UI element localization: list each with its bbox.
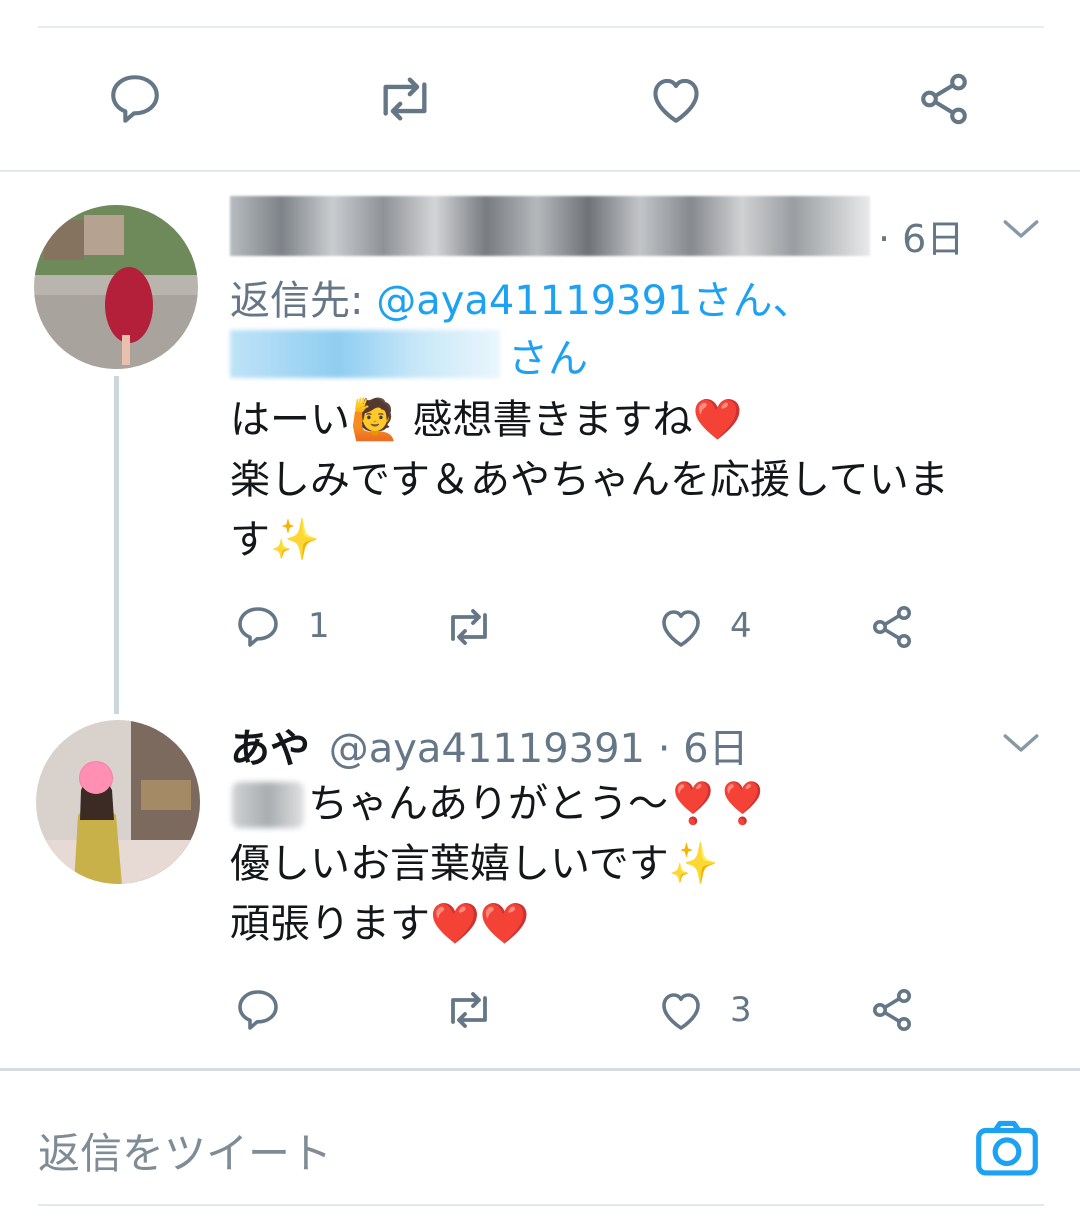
chevron-down-icon[interactable]: [1000, 728, 1042, 758]
blurred-display-name: [230, 196, 870, 256]
like-icon[interactable]: [656, 603, 706, 651]
section-divider: [0, 170, 1080, 172]
retweet-icon[interactable]: [372, 70, 438, 128]
tweet-text-line: 優しいお言葉嬉しいです✨: [230, 841, 719, 887]
reply-composer-input[interactable]: 返信をツイート: [38, 1120, 332, 1181]
retweet-icon[interactable]: [442, 603, 496, 651]
blurred-name: [232, 782, 304, 828]
like-icon[interactable]: [656, 986, 706, 1034]
tweet-time: · 6日: [878, 217, 965, 261]
share-icon[interactable]: [914, 70, 974, 128]
reply-icon[interactable]: [234, 986, 282, 1034]
composer-divider: [0, 1068, 1080, 1071]
reply-to: 返信先: @aya41119391さん、: [230, 268, 813, 326]
like-count: 3: [730, 990, 752, 1030]
display-name[interactable]: あや: [230, 726, 310, 772]
avatar[interactable]: [34, 205, 198, 369]
tweet-text-line: はーい🙋 感想書きますね❤️: [230, 397, 743, 443]
tweet-text-line: す✨: [230, 517, 320, 563]
like-icon[interactable]: [646, 70, 706, 128]
thread-line: [114, 376, 119, 714]
tweet-text-line: 頑張ります❤️❤️: [230, 901, 530, 947]
tweet-text-line: ちゃんありがとう〜❣️❣️: [308, 781, 768, 827]
reply-to-handle-suffix[interactable]: さん: [508, 326, 588, 384]
reply-to-label: 返信先:: [230, 278, 377, 324]
bottom-divider: [38, 1204, 1044, 1206]
share-icon[interactable]: [868, 986, 916, 1034]
handle-time: @aya41119391 · 6日: [328, 726, 749, 772]
tweet-text-line: 楽しみです＆あやちゃんを応援していま: [230, 457, 949, 503]
reply-icon[interactable]: [234, 603, 282, 651]
blurred-mention: [230, 330, 500, 378]
reply-count: 1: [308, 606, 330, 646]
like-count: 4: [730, 606, 752, 646]
reply-icon[interactable]: [106, 70, 164, 128]
top-divider: [38, 26, 1044, 28]
avatar[interactable]: [36, 720, 200, 884]
camera-icon[interactable]: [974, 1116, 1040, 1178]
reply-to-handle[interactable]: @aya41119391さん、: [376, 278, 812, 324]
retweet-icon[interactable]: [442, 986, 496, 1034]
share-icon[interactable]: [868, 603, 916, 651]
chevron-down-icon[interactable]: [1000, 214, 1042, 244]
tweet-header: あや @aya41119391 · 6日: [230, 716, 749, 774]
